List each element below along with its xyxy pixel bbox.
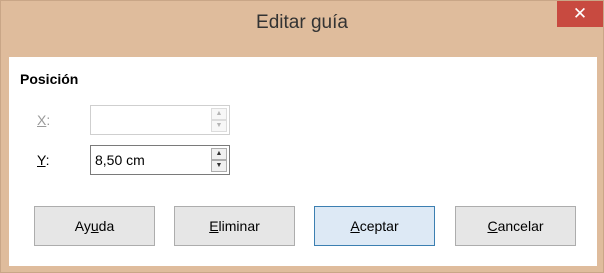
dialog-title: Editar guía [256, 12, 348, 33]
close-icon: ✕ [572, 4, 588, 23]
x-decrement-button[interactable]: ▼ [211, 120, 227, 132]
help-button[interactable]: Ay u da [34, 206, 155, 246]
delete-label-accelerator: E [209, 218, 219, 234]
close-button[interactable]: ✕ [557, 1, 603, 27]
ok-button[interactable]: Aceptar [314, 206, 435, 246]
delete-label-post: liminar [218, 218, 260, 234]
cancel-label-accelerator: C [487, 218, 498, 234]
edit-guide-dialog: Editar guía ✕ Posición X: ▲ ▼ Y: 8,50 cm… [0, 0, 604, 273]
title-bar[interactable]: Editar guía ✕ [1, 1, 603, 49]
y-label-accelerator: Y [37, 152, 46, 168]
y-value: 8,50 cm [95, 152, 145, 168]
help-label-accelerator: u [90, 218, 99, 234]
dialog-content: Posición X: ▲ ▼ Y: 8,50 cm ▲ ▼ Ay u da Eli… [9, 57, 597, 266]
position-section-title: Posición [20, 71, 79, 87]
chevron-up-icon: ▲ [215, 150, 223, 157]
x-label-colon: : [46, 112, 51, 128]
y-spin-buttons: ▲ ▼ [211, 148, 227, 172]
x-spinbox[interactable]: ▲ ▼ [90, 105, 230, 135]
y-spinbox[interactable]: 8,50 cm ▲ ▼ [90, 145, 230, 175]
x-increment-button[interactable]: ▲ [211, 108, 227, 120]
cancel-button[interactable]: Cancelar [455, 206, 576, 246]
chevron-down-icon: ▼ [215, 122, 223, 129]
chevron-down-icon: ▼ [215, 162, 223, 169]
help-label-post: da [98, 218, 115, 234]
ok-label-post: ceptar [359, 218, 399, 234]
y-increment-button[interactable]: ▲ [211, 148, 227, 160]
chevron-up-icon: ▲ [215, 110, 223, 117]
x-label: X: [37, 112, 50, 128]
delete-button[interactable]: Eliminar [174, 206, 295, 246]
x-spin-buttons: ▲ ▼ [211, 108, 227, 132]
y-label: Y: [37, 152, 49, 168]
ok-label-accelerator: A [350, 218, 360, 234]
y-decrement-button[interactable]: ▼ [211, 160, 227, 172]
cancel-label-post: ancelar [497, 218, 544, 234]
help-label-pre: Ay [74, 218, 91, 234]
x-label-accelerator: X [37, 112, 47, 128]
y-label-colon: : [45, 152, 50, 168]
